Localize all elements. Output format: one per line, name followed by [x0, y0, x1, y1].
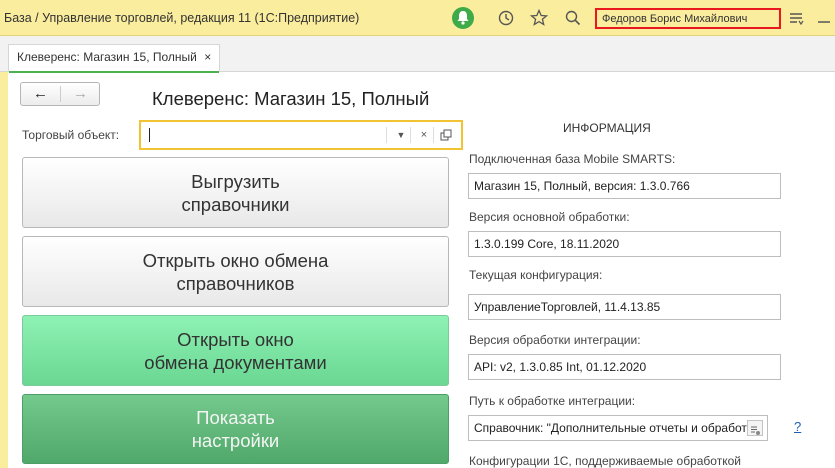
info-label-integration-path: Путь к обработке интеграции:	[469, 394, 636, 408]
tab-active-indicator	[9, 71, 220, 73]
star-icon[interactable]	[529, 8, 549, 28]
tab-label: Клеверенс: Магазин 15, Полный	[17, 50, 197, 64]
info-label-supported-configs: Конфигурации 1С, поддерживаемые обработк…	[469, 454, 741, 468]
info-value-integration-version: API: v2, 1.3.0.85 Int, 01.12.2020	[468, 354, 781, 380]
user-name-button[interactable]: Федоров Борис Михайлович	[595, 8, 781, 29]
combo-divider	[386, 127, 387, 143]
info-value-db: Магазин 15, Полный, версия: 1.3.0.766	[468, 173, 781, 199]
info-label-core-version: Версия основной обработки:	[469, 210, 630, 224]
app-title: База / Управление торговлей, редакция 11…	[4, 11, 360, 25]
trade-object-input[interactable]: ▼ ×	[139, 120, 463, 150]
title-bar: База / Управление торговлей, редакция 11…	[0, 0, 835, 36]
page-title: Клеверенс: Магазин 15, Полный	[152, 88, 430, 109]
info-label-integration-version: Версия обработки интеграции:	[469, 333, 641, 347]
menu-icon[interactable]	[786, 8, 806, 28]
integration-path-text: Справочник: "Дополнительные отчеты и обр…	[474, 421, 764, 435]
info-label-configuration: Текущая конфигурация:	[469, 268, 603, 282]
export-references-button[interactable]: Выгрузить справочники	[22, 157, 449, 228]
open-form-icon[interactable]	[436, 125, 456, 145]
text-cursor	[149, 128, 150, 142]
open-reference-exchange-button[interactable]: Открыть окно обмена справочников	[22, 236, 449, 307]
info-heading: ИНФОРМАЦИЯ	[563, 121, 651, 135]
forward-arrow-icon[interactable]: →	[61, 85, 100, 103]
user-name: Федоров Борис Михайлович	[602, 13, 748, 25]
open-document-exchange-button[interactable]: Открыть окно обмена документами	[22, 315, 449, 386]
bell-icon[interactable]	[452, 7, 474, 29]
info-label-db: Подключенная база Mobile SMARTS:	[469, 152, 676, 166]
nav-buttons: ← →	[20, 82, 100, 106]
combo-divider	[433, 127, 434, 143]
tab-kleverens[interactable]: Клеверенс: Магазин 15, Полный ×	[8, 44, 221, 73]
dropdown-arrow-icon[interactable]: ▼	[391, 125, 411, 145]
info-value-core-version: 1.3.0.199 Core, 18.11.2020	[468, 231, 781, 257]
show-settings-button[interactable]: Показать настройки	[22, 394, 449, 464]
select-button-icon[interactable]	[747, 420, 763, 436]
back-arrow-icon[interactable]: ←	[21, 85, 60, 103]
clear-icon[interactable]: ×	[414, 125, 434, 145]
minimize-icon[interactable]	[814, 8, 834, 28]
info-value-integration-path[interactable]: Справочник: "Дополнительные отчеты и обр…	[468, 415, 768, 441]
tab-close-icon[interactable]: ×	[204, 50, 211, 64]
tab-bar: Клеверенс: Магазин 15, Полный ×	[0, 36, 835, 73]
help-link[interactable]: ?	[794, 419, 801, 434]
search-icon[interactable]	[563, 8, 583, 28]
info-value-configuration: УправлениеТорговлей, 11.4.13.85	[468, 294, 781, 320]
combo-divider	[410, 127, 411, 143]
left-panel-strip	[0, 72, 8, 468]
history-icon[interactable]	[496, 8, 516, 28]
trade-object-label: Торговый объект:	[22, 128, 120, 142]
